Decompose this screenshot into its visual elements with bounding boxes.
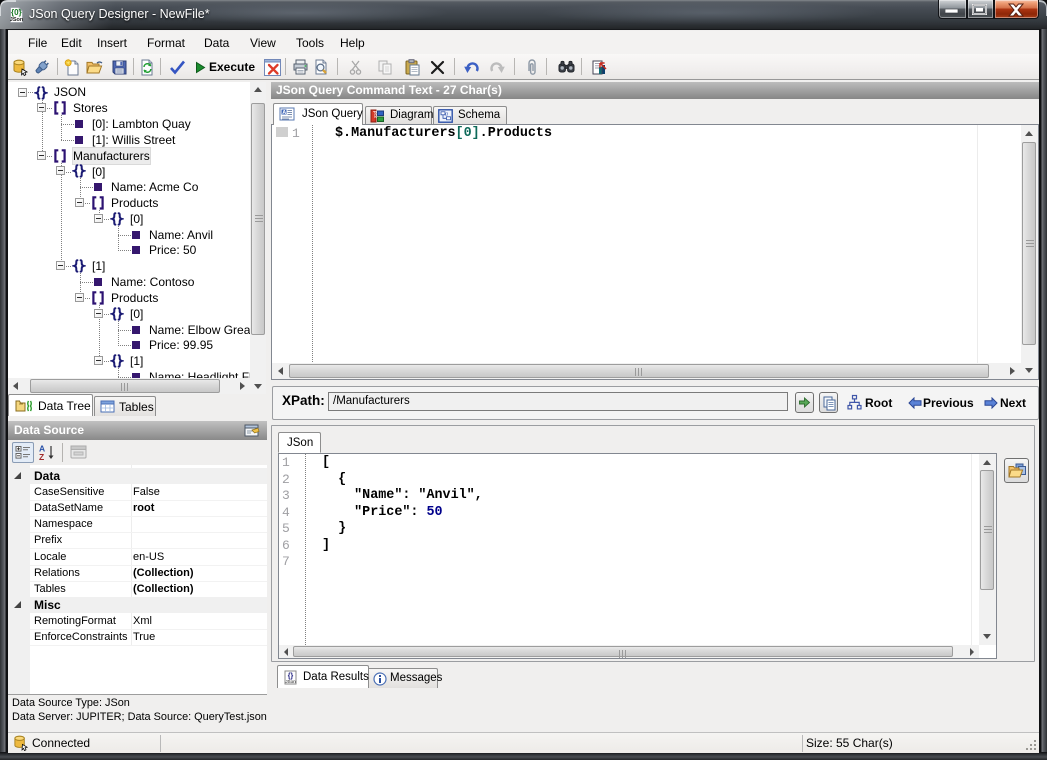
svg-text:JSon: JSon [10, 17, 23, 23]
svg-text:Z: Z [39, 452, 44, 461]
svg-text:{0}: {0} [11, 8, 22, 17]
svg-text:A: A [282, 110, 286, 116]
svg-text:a: a [445, 112, 448, 118]
svg-text:xsd: xsd [373, 110, 378, 118]
svg-text:JSon: JSon [285, 679, 296, 684]
